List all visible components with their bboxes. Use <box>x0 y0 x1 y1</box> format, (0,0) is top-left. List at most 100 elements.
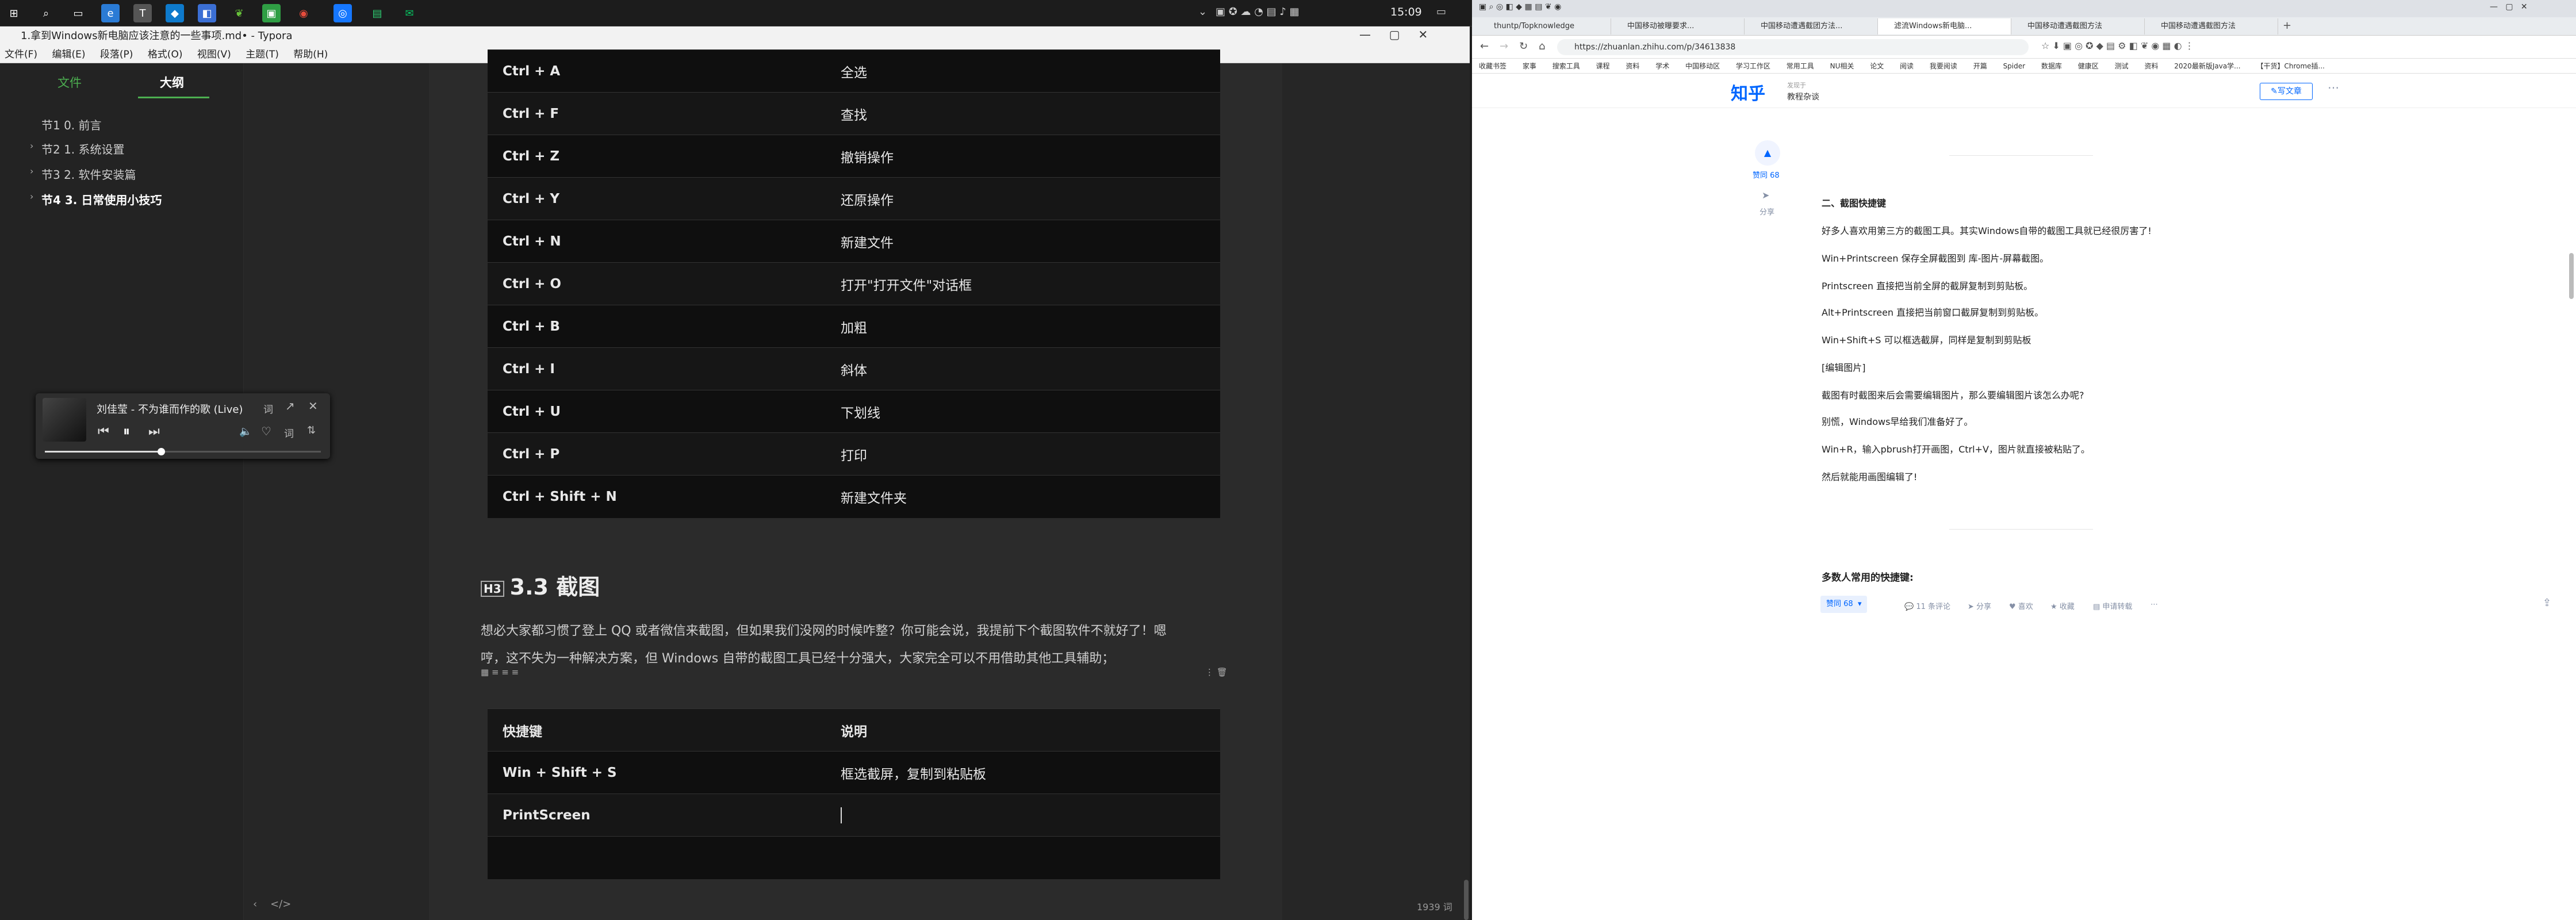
shortcut-desc[interactable]: 打开"打开文件"对话框 <box>826 262 1220 305</box>
bookmark[interactable]: 家事 <box>1523 62 1536 70</box>
typora-taskbar-icon[interactable]: T <box>133 4 152 22</box>
bookmark[interactable]: 阅读 <box>1900 62 1914 70</box>
browser-tab[interactable]: 中国移动遭遇截团方法... <box>1745 18 1878 34</box>
bookmark[interactable]: 课程 <box>1596 62 1610 70</box>
collect-button[interactable]: ★ 收藏 <box>2050 600 2075 611</box>
bookmark[interactable]: 健康区 <box>2078 62 2099 70</box>
clock[interactable]: 15:09 <box>1390 6 1422 18</box>
close-icon[interactable]: ✕ <box>308 399 318 413</box>
bookmark[interactable]: 常用工具 <box>1787 62 1814 70</box>
shortcut-desc[interactable]: 全选 <box>826 49 1220 93</box>
bookmark[interactable]: 中国移动区 <box>1685 62 1720 70</box>
like-button[interactable]: ♥ 喜欢 <box>2009 600 2033 611</box>
address-bar[interactable]: https://zhuanlan.zhihu.com/p/34613838 <box>1557 39 2029 55</box>
shortcut-desc[interactable]: 新建文件夹 <box>826 475 1220 518</box>
browser-tab[interactable]: 中国移动遭遇截图方法 <box>2011 18 2145 34</box>
edge-icon[interactable]: e <box>101 4 120 22</box>
bookmark[interactable]: 【干货】Chrome插... <box>2256 62 2325 70</box>
table-menu-icons[interactable]: ⋮ 🗑 <box>1205 667 1228 677</box>
word-count[interactable]: 1939 词 <box>1417 899 1452 913</box>
browser-tab-active[interactable]: 滤流Windows新电脑... <box>1878 18 2011 34</box>
tab-files[interactable]: 文件 <box>57 74 82 91</box>
share-side-label[interactable]: 分享 <box>1759 206 1774 217</box>
chevron-right-icon[interactable]: › <box>30 140 33 151</box>
bookmark[interactable]: 搜索工具 <box>1552 62 1580 70</box>
browser-tab[interactable]: 中国移动遭遇截图方法 <box>2145 18 2278 34</box>
new-tab-icon[interactable]: + <box>2283 20 2291 32</box>
more-actions-icon[interactable]: ⋯ <box>2150 600 2158 609</box>
menu-paragraph[interactable]: 段落(P) <box>100 49 133 60</box>
toc-item-1[interactable]: 节2 1. 系统设置 <box>41 140 125 157</box>
shortcut-key[interactable]: Ctrl + N <box>488 220 826 263</box>
bookmark[interactable]: 资料 <box>2144 62 2158 70</box>
table-cell[interactable] <box>826 836 1220 879</box>
shortcut-desc[interactable]: 打印 <box>826 432 1220 476</box>
menu-theme[interactable]: 主题(T) <box>246 49 279 60</box>
shortcut-key[interactable]: Ctrl + B <box>488 305 826 348</box>
lyrics-toggle[interactable]: 词 <box>284 425 294 440</box>
table-cell-editing[interactable] <box>826 793 1220 837</box>
pause-icon[interactable]: ⏸ <box>123 423 130 439</box>
volume-icon[interactable]: 🔈 <box>239 425 252 438</box>
app-icon-4[interactable]: ◎ <box>334 4 352 22</box>
task-view-icon[interactable]: ▭ <box>69 4 87 22</box>
bookmark[interactable]: 数据库 <box>2041 62 2062 70</box>
menu-help[interactable]: 帮助(H) <box>293 49 328 60</box>
write-article-button[interactable]: ✎写文章 <box>2260 83 2313 100</box>
progress-knob[interactable] <box>158 448 165 455</box>
bookmark[interactable]: 2020最新版Java学... <box>2174 62 2240 70</box>
home-icon[interactable]: ⌂ <box>1539 40 1545 52</box>
tab-outline[interactable]: 大纲 <box>160 74 184 91</box>
notification-icon[interactable]: ▭ <box>1436 6 1446 18</box>
menu-edit[interactable]: 编辑(E) <box>52 49 85 60</box>
shortcut-key[interactable]: Ctrl + P <box>488 432 826 476</box>
browser-scrollbar[interactable] <box>2569 253 2574 299</box>
sidebar-toggle-icon[interactable]: ‹ </> <box>253 898 291 910</box>
table-cell[interactable]: PrintScreen <box>488 793 826 837</box>
more-icon[interactable]: ⋯ <box>2328 80 2339 94</box>
back-to-top-icon[interactable]: ⇪ <box>2543 597 2551 609</box>
search-icon[interactable]: ⌕ <box>37 4 55 22</box>
shortcut-desc[interactable]: 撤销操作 <box>826 135 1220 178</box>
share-button[interactable]: ➤ 分享 <box>1968 600 1991 611</box>
bookmark[interactable]: 学习工作区 <box>1736 62 1770 70</box>
bookmark[interactable]: 收藏书签 <box>1479 62 1506 70</box>
toc-item-2[interactable]: 节3 2. 软件安装篇 <box>41 166 136 182</box>
back-icon[interactable]: ← <box>1480 40 1489 52</box>
extension-icons[interactable]: ☆ ⬇ ▣ ◎ ✪ ◆ ▤ ⚙ ◧ ❦ ◉ ▦ ◐ ⋮ <box>2041 40 2194 51</box>
shortcut-key[interactable]: Ctrl + Z <box>488 135 826 178</box>
menu-file[interactable]: 文件(F) <box>5 49 37 60</box>
shortcut-desc[interactable]: 新建文件 <box>826 220 1220 263</box>
forward-icon[interactable]: → <box>1500 40 1508 52</box>
table-cell[interactable] <box>488 836 826 879</box>
bookmark[interactable]: NU相关 <box>1830 62 1854 70</box>
bookmark[interactable]: 论文 <box>1870 62 1884 70</box>
reprint-button[interactable]: ▤ 申请转载 <box>2093 600 2132 611</box>
shortcut-desc[interactable]: 查找 <box>826 92 1220 135</box>
netease-music-icon[interactable]: ◉ <box>294 4 313 22</box>
menu-view[interactable]: 视图(V) <box>197 49 231 60</box>
table-cell[interactable]: 框选截屏，复制到粘贴板 <box>826 751 1220 794</box>
upvote-side-icon[interactable]: ▲ <box>1755 140 1780 166</box>
shortcut-key[interactable]: Ctrl + Shift + N <box>488 475 826 518</box>
window-controls[interactable]: — ▢ ✕ <box>1359 28 1428 41</box>
shortcut-desc[interactable]: 还原操作 <box>826 177 1220 220</box>
bookmark[interactable]: 开篇 <box>1973 62 1987 70</box>
lyric-button[interactable]: 词 <box>263 401 273 416</box>
browser-window-controls[interactable]: — ▢ ✕ <box>2490 2 2528 12</box>
share-side-icon[interactable]: ➤ <box>1762 190 1769 201</box>
app-icon[interactable]: ◧ <box>198 4 216 22</box>
shortcut-key[interactable]: Ctrl + F <box>488 92 826 135</box>
bookmark[interactable]: 资料 <box>1626 62 1639 70</box>
wechat-icon[interactable]: ✉ <box>400 4 419 22</box>
expand-icon[interactable]: ↗ <box>285 399 295 413</box>
shortcut-desc[interactable]: 加粗 <box>826 305 1220 348</box>
shortcut-key[interactable]: Ctrl + U <box>488 390 826 433</box>
prev-icon[interactable]: ⏮ <box>98 424 109 439</box>
table-tools-icons[interactable]: ▦ ≡ ≡ ≡ <box>481 667 519 677</box>
app-icon-2[interactable]: ❦ <box>230 4 248 22</box>
playlist-icon[interactable]: ⇅ <box>307 424 316 436</box>
app-icon-3[interactable]: ▣ <box>262 4 281 22</box>
column-name[interactable]: 教程杂谈 <box>1787 91 1819 102</box>
toc-item-3[interactable]: 节4 3. 日常使用小技巧 <box>41 191 162 208</box>
